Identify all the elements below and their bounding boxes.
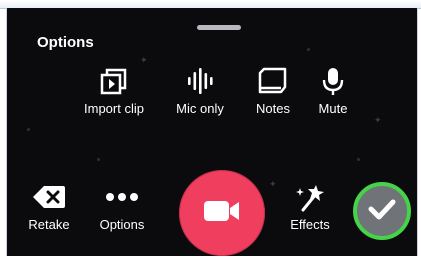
backspace-icon bbox=[21, 180, 77, 214]
effects-label: Effects bbox=[290, 217, 330, 232]
more-dots-icon bbox=[91, 180, 153, 214]
background-dot bbox=[357, 158, 360, 161]
drag-handle[interactable] bbox=[197, 25, 241, 30]
microphone-icon bbox=[311, 64, 355, 98]
background-star: ✦ bbox=[374, 115, 382, 125]
mute-label: Mute bbox=[318, 101, 348, 116]
window-bottom-border bbox=[0, 256, 421, 260]
background-dot bbox=[97, 158, 100, 161]
checkmark-icon bbox=[368, 198, 396, 225]
panel-title: Options bbox=[37, 34, 94, 51]
magic-wand-icon bbox=[279, 180, 341, 214]
import-clip-label: Import clip bbox=[84, 101, 144, 116]
import-clip-button[interactable]: Import clip bbox=[79, 64, 149, 116]
import-clip-icon bbox=[79, 64, 149, 98]
done-button[interactable] bbox=[353, 182, 411, 240]
record-button[interactable] bbox=[179, 170, 265, 256]
options-button[interactable]: Options bbox=[91, 180, 153, 232]
options-panel: ✦ ✦ ✦ Options Import clip Mic only Notes… bbox=[6, 8, 418, 256]
mic-only-button[interactable]: Mic only bbox=[167, 64, 233, 116]
options-label: Options bbox=[99, 217, 145, 232]
retake-label: Retake bbox=[28, 217, 70, 232]
mute-button[interactable]: Mute bbox=[311, 64, 355, 116]
notes-icon bbox=[247, 64, 299, 98]
background-dot bbox=[27, 128, 30, 131]
background-star: ✦ bbox=[269, 179, 277, 189]
notes-button[interactable]: Notes bbox=[247, 64, 299, 116]
waveform-icon bbox=[167, 64, 233, 98]
retake-button[interactable]: Retake bbox=[21, 180, 77, 232]
background-dot bbox=[307, 48, 310, 51]
effects-button[interactable]: Effects bbox=[279, 180, 341, 232]
notes-label: Notes bbox=[256, 101, 290, 116]
mic-only-label: Mic only bbox=[176, 101, 224, 116]
video-camera-icon bbox=[203, 198, 241, 229]
